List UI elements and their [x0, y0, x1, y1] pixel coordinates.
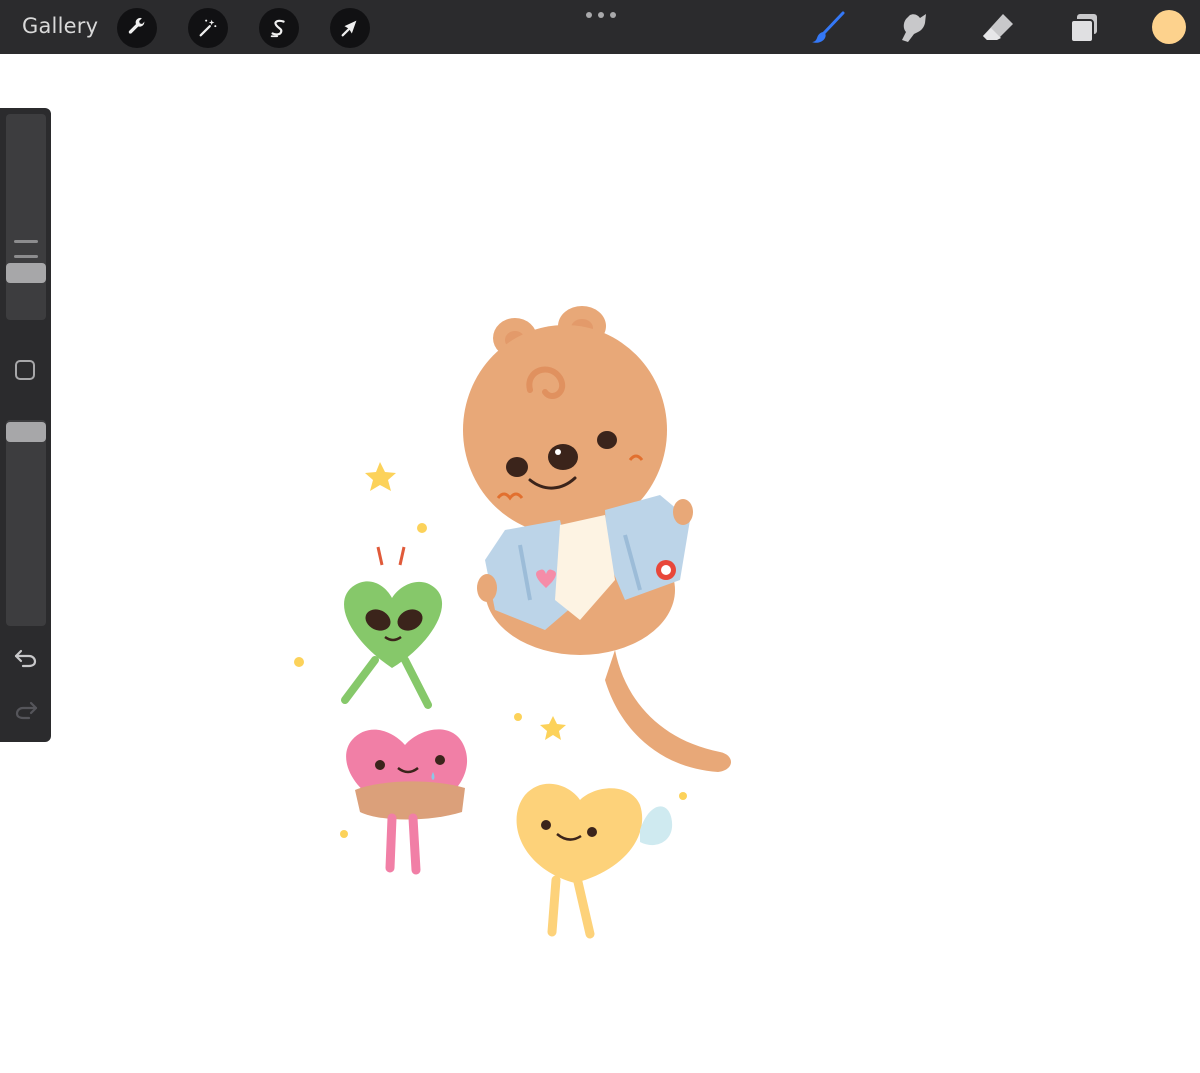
brush-tool-button[interactable]: [810, 10, 846, 46]
gallery-button[interactable]: Gallery: [22, 14, 98, 38]
adjustments-button[interactable]: [188, 8, 228, 48]
transform-button[interactable]: [330, 8, 370, 48]
color-picker-button[interactable]: [1152, 10, 1186, 44]
actions-button[interactable]: [117, 8, 157, 48]
wrench-icon: [128, 17, 145, 34]
ellipsis-icon[interactable]: [586, 10, 616, 20]
selection-s-icon: [270, 19, 285, 38]
smudge-tool-button[interactable]: [895, 10, 931, 46]
smudge-finger-icon: [902, 14, 926, 42]
brush-icon: [812, 11, 845, 43]
layers-icon: [1070, 14, 1097, 43]
magic-wand-icon: [199, 19, 217, 37]
illustration-quokka-hearts: [294, 306, 732, 939]
layers-button[interactable]: [1066, 10, 1102, 46]
eraser-tool-button[interactable]: [980, 10, 1016, 46]
arrow-cursor-icon: [341, 20, 357, 37]
selection-button[interactable]: [259, 8, 299, 48]
top-toolbar: Gallery: [0, 0, 1200, 54]
eraser-icon: [983, 14, 1013, 40]
